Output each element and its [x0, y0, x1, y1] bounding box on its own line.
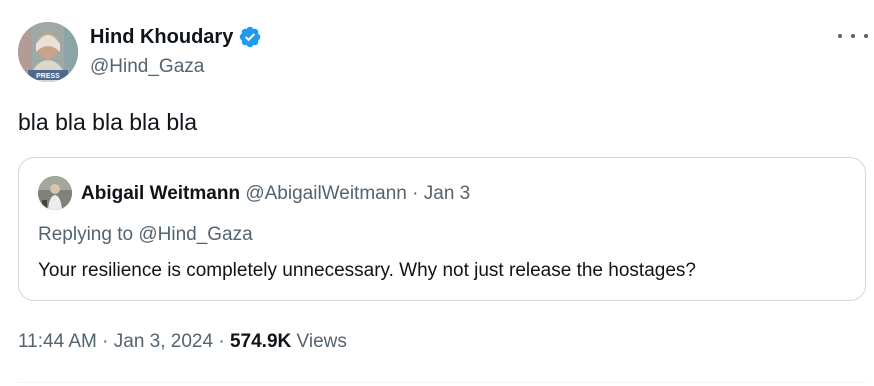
- author-display-name[interactable]: Hind Khoudary: [90, 25, 233, 49]
- quoted-replying-to: Replying to @Hind_Gaza: [38, 224, 253, 245]
- profile-photo-icon: [38, 176, 72, 210]
- separator-dot: ·: [96, 331, 114, 352]
- quoted-display-name[interactable]: Abigail Weitmann: [81, 183, 240, 204]
- separator-dot: ·: [406, 183, 424, 204]
- author-handle[interactable]: @Hind_Gaza: [90, 55, 204, 79]
- more-options-icon[interactable]: [838, 24, 868, 48]
- quoted-date[interactable]: Jan 3: [424, 183, 470, 204]
- quoted-header: Abigail Weitmann @AbigailWeitmann · Jan …: [81, 181, 470, 207]
- divider: [18, 382, 866, 383]
- views-label[interactable]: Views: [297, 331, 347, 352]
- quoted-handle[interactable]: @AbigailWeitmann: [245, 183, 407, 204]
- quoted-tweet[interactable]: Abigail Weitmann @AbigailWeitmann · Jan …: [18, 157, 866, 301]
- tweet-text: bla bla bla bla bla: [18, 109, 198, 135]
- quoted-author-avatar[interactable]: [38, 176, 72, 210]
- verified-badge-icon[interactable]: [238, 25, 262, 49]
- separator-dot: ·: [213, 331, 230, 352]
- profile-photo-icon: PRESS: [18, 22, 78, 82]
- author-avatar[interactable]: PRESS: [18, 22, 78, 82]
- tweet-date[interactable]: Jan 3, 2024: [114, 331, 213, 352]
- views-count[interactable]: 574.9K: [230, 331, 291, 352]
- quoted-text: Your resilience is completely unnecessar…: [38, 260, 696, 281]
- tweet-metadata: 11:44 AM · Jan 3, 2024 · 574.9K Views: [18, 329, 347, 355]
- tweet-time[interactable]: 11:44 AM: [18, 331, 97, 352]
- author-name-row: Hind Khoudary: [90, 25, 262, 49]
- avatar-press-label: PRESS: [36, 73, 60, 80]
- tweet-card: PRESS Hind Khoudary @Hind_Gaza bla bla b…: [0, 0, 874, 386]
